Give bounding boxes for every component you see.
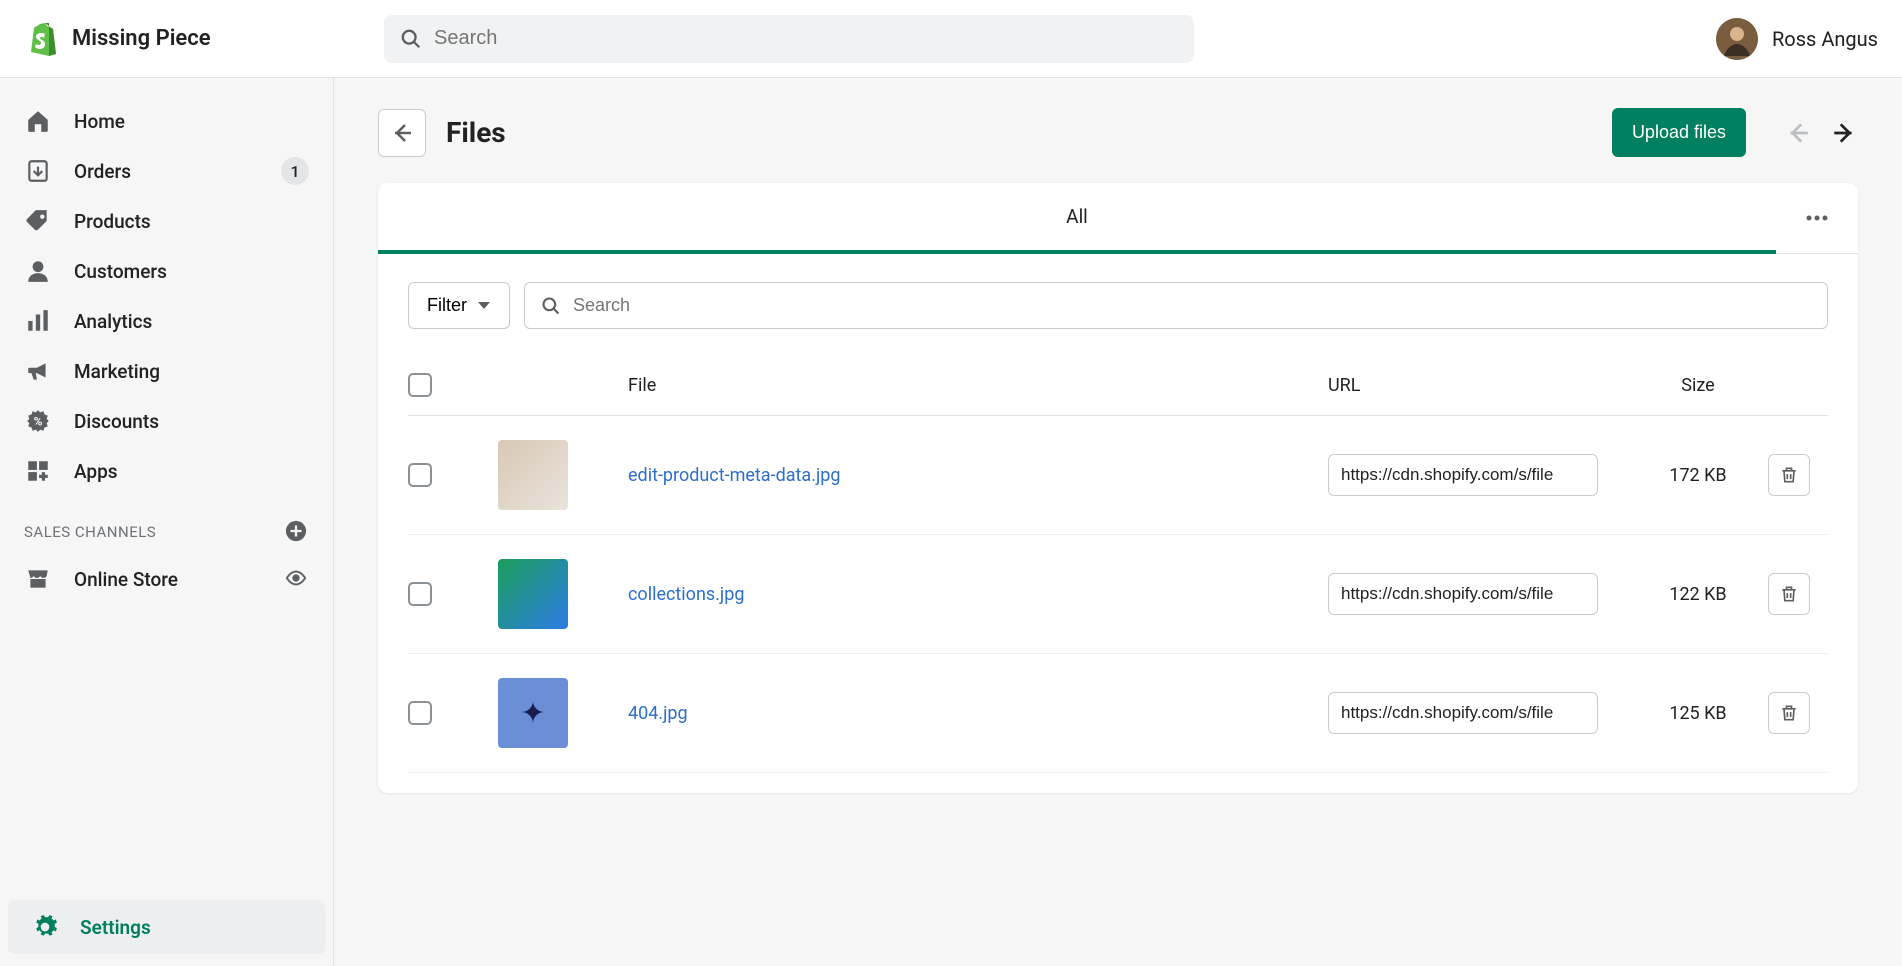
tab-all[interactable]: All xyxy=(378,183,1776,254)
table-header: File URL Size xyxy=(408,343,1828,416)
next-arrow-icon[interactable] xyxy=(1830,119,1858,147)
back-button[interactable] xyxy=(378,109,426,157)
sidebar-item-label: Discounts xyxy=(74,410,159,433)
filter-row: Filter xyxy=(378,254,1858,343)
files-card: All Filter File URL S xyxy=(378,183,1858,793)
sales-channels-heading: SALES CHANNELS xyxy=(0,496,333,554)
page-header: Files Upload files xyxy=(378,108,1858,157)
sidebar-item-label: Online Store xyxy=(74,568,178,591)
file-thumbnail xyxy=(498,559,568,629)
select-all-checkbox[interactable] xyxy=(408,373,432,397)
search-icon xyxy=(541,296,561,316)
sidebar-item-marketing[interactable]: Marketing xyxy=(0,346,333,396)
gear-icon xyxy=(32,914,58,940)
orders-icon xyxy=(24,157,52,185)
main-content: Files Upload files All Filter xyxy=(334,78,1902,966)
sidebar-item-customers[interactable]: Customers xyxy=(0,246,333,296)
discounts-icon: % xyxy=(24,407,52,435)
sales-channels-label: SALES CHANNELS xyxy=(24,523,156,541)
files-search-input[interactable] xyxy=(573,295,1811,316)
file-name-link[interactable]: 404.jpg xyxy=(628,703,1318,724)
row-checkbox[interactable] xyxy=(408,582,432,606)
products-icon xyxy=(24,207,52,235)
file-url-input[interactable] xyxy=(1328,573,1598,615)
sidebar-item-home[interactable]: Home xyxy=(0,96,333,146)
upload-files-button[interactable]: Upload files xyxy=(1612,108,1746,157)
sidebar-item-settings[interactable]: Settings xyxy=(8,900,325,954)
table-row: edit-product-meta-data.jpg 172 KB xyxy=(408,416,1828,535)
sidebar-item-label: Home xyxy=(74,110,125,133)
delete-button[interactable] xyxy=(1768,454,1810,496)
files-search[interactable] xyxy=(524,282,1828,329)
prev-arrow-icon xyxy=(1784,119,1812,147)
filter-label: Filter xyxy=(427,295,467,316)
table-row: collections.jpg 122 KB xyxy=(408,535,1828,654)
analytics-icon xyxy=(24,307,52,335)
filter-button[interactable]: Filter xyxy=(408,282,510,329)
sidebar-item-label: Orders xyxy=(74,160,131,183)
user-menu[interactable]: Ross Angus xyxy=(1716,18,1878,60)
column-size: Size xyxy=(1638,375,1758,396)
sidebar-item-label: Analytics xyxy=(74,310,152,333)
topbar: Missing Piece Ross Angus xyxy=(0,0,1902,78)
file-thumbnail xyxy=(498,440,568,510)
file-thumbnail xyxy=(498,678,568,748)
add-channel-icon[interactable] xyxy=(285,520,309,544)
sidebar-item-analytics[interactable]: Analytics xyxy=(0,296,333,346)
sidebar-item-label: Apps xyxy=(74,460,118,483)
column-url: URL xyxy=(1328,375,1628,396)
shop-name: Missing Piece xyxy=(72,26,211,51)
home-icon xyxy=(24,107,52,135)
settings-label: Settings xyxy=(80,916,151,939)
avatar xyxy=(1716,18,1758,60)
caret-down-icon xyxy=(477,301,491,311)
logo-area: Missing Piece xyxy=(24,21,364,57)
global-search-input[interactable] xyxy=(434,27,1178,50)
delete-button[interactable] xyxy=(1768,692,1810,734)
sidebar-item-label: Customers xyxy=(74,260,167,283)
sidebar-item-products[interactable]: Products xyxy=(0,196,333,246)
sidebar-item-discounts[interactable]: % Discounts xyxy=(0,396,333,446)
file-size: 172 KB xyxy=(1638,465,1758,486)
table-row: 404.jpg 125 KB xyxy=(408,654,1828,773)
sidebar-item-orders[interactable]: Orders 1 xyxy=(0,146,333,196)
delete-button[interactable] xyxy=(1768,573,1810,615)
marketing-icon xyxy=(24,357,52,385)
global-search[interactable] xyxy=(384,15,1194,63)
customers-icon xyxy=(24,257,52,285)
row-checkbox[interactable] xyxy=(408,701,432,725)
column-file: File xyxy=(628,375,1318,396)
file-size: 125 KB xyxy=(1638,703,1758,724)
row-checkbox[interactable] xyxy=(408,463,432,487)
sidebar-item-label: Products xyxy=(74,210,151,233)
file-url-input[interactable] xyxy=(1328,692,1598,734)
shopify-logo-icon xyxy=(24,21,56,57)
file-url-input[interactable] xyxy=(1328,454,1598,496)
file-name-link[interactable]: edit-product-meta-data.jpg xyxy=(628,465,1318,486)
sidebar-item-online-store[interactable]: Online Store xyxy=(0,554,333,604)
file-name-link[interactable]: collections.jpg xyxy=(628,584,1318,605)
files-table: File URL Size edit-product-meta-data.jpg… xyxy=(378,343,1858,793)
orders-badge: 1 xyxy=(281,157,309,185)
sidebar: Home Orders 1 Products Customers Analyti… xyxy=(0,78,334,966)
tab-more-icon[interactable] xyxy=(1776,215,1858,221)
file-size: 122 KB xyxy=(1638,584,1758,605)
page-title: Files xyxy=(446,116,506,149)
user-name: Ross Angus xyxy=(1772,27,1878,51)
store-icon xyxy=(24,565,52,593)
tabs: All xyxy=(378,183,1858,254)
svg-text:%: % xyxy=(34,414,43,428)
search-icon xyxy=(400,28,422,50)
sidebar-item-label: Marketing xyxy=(74,360,160,383)
apps-icon xyxy=(24,457,52,485)
sidebar-item-apps[interactable]: Apps xyxy=(0,446,333,496)
pagination-arrows xyxy=(1784,119,1858,147)
preview-store-icon[interactable] xyxy=(285,567,309,591)
